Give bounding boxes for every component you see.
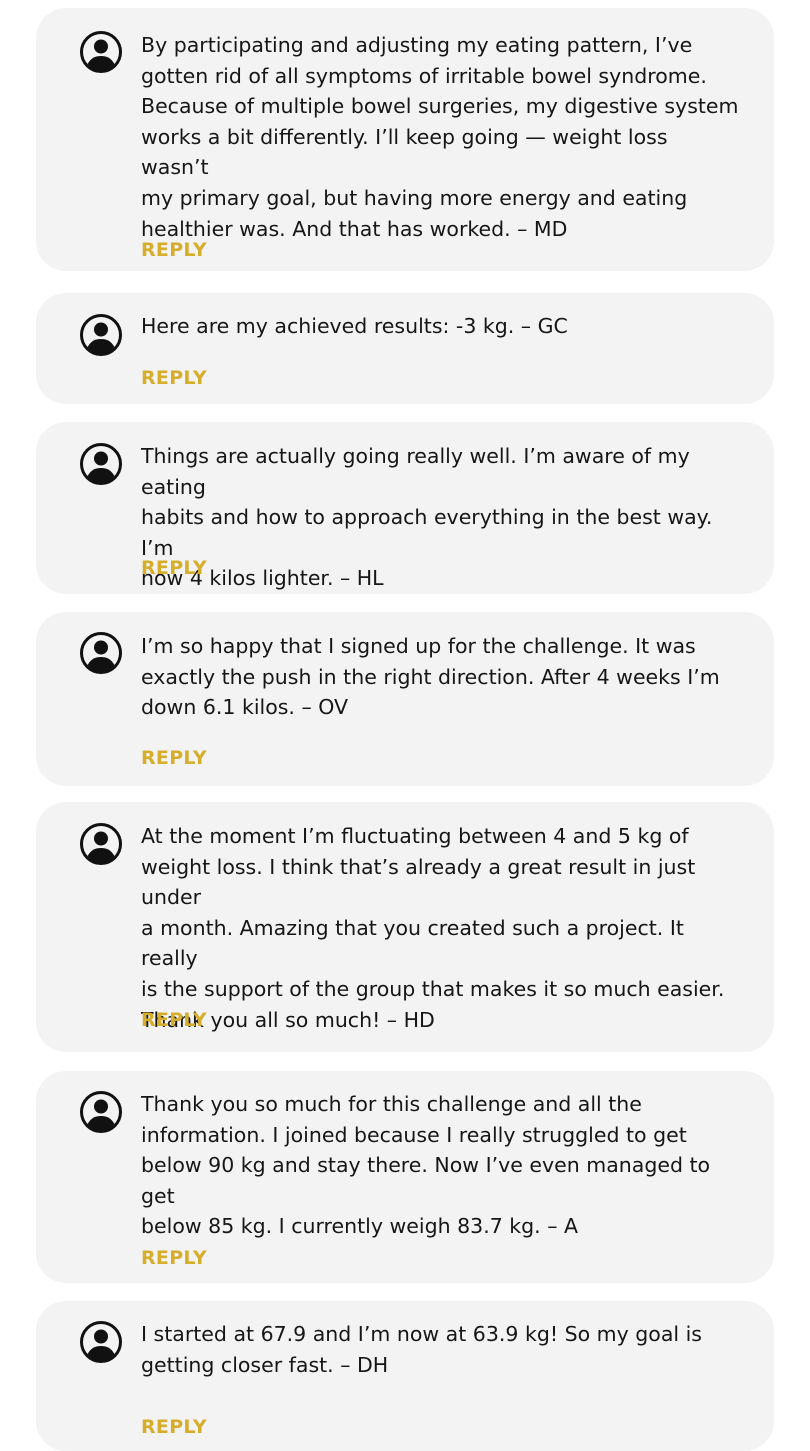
user-circle-icon <box>80 632 122 674</box>
user-circle-icon <box>80 823 122 865</box>
comment-text: Thank you so much for this challenge and… <box>141 1092 711 1239</box>
user-circle-icon <box>80 1321 122 1363</box>
comment-card: At the moment I’m fluctuating between 4 … <box>36 802 774 1052</box>
reply-link[interactable]: REPLY <box>141 1246 207 1270</box>
comment-card: Thank you so much for this challenge and… <box>36 1071 774 1283</box>
user-avatar-icon <box>79 1320 123 1364</box>
user-avatar-icon <box>79 631 123 675</box>
user-circle-icon <box>80 1091 122 1133</box>
comment-card: By participating and adjusting my eating… <box>36 8 774 271</box>
reply-link[interactable]: REPLY <box>141 366 207 390</box>
reply-link[interactable]: REPLY <box>141 556 207 580</box>
user-circle-icon <box>80 314 122 356</box>
user-avatar-icon <box>79 822 123 866</box>
comment-card: Here are my achieved results: -3 kg. – G… <box>36 293 774 404</box>
user-circle-icon <box>80 443 122 485</box>
reply-link[interactable]: REPLY <box>141 1008 207 1032</box>
comment-list: By participating and adjusting my eating… <box>0 0 810 1451</box>
comment-text: I’m so happy that I signed up for the ch… <box>141 634 720 720</box>
comment-text: At the moment I’m fluctuating between 4 … <box>141 824 725 1032</box>
comment-card: Things are actually going really well. I… <box>36 422 774 594</box>
comment-card: I’m so happy that I signed up for the ch… <box>36 612 774 786</box>
user-avatar-icon <box>79 442 123 486</box>
user-circle-icon <box>80 31 122 73</box>
comment-text: By participating and adjusting my eating… <box>141 33 739 241</box>
comment-text: I started at 67.9 and I’m now at 63.9 kg… <box>141 1322 702 1377</box>
user-avatar-icon <box>79 313 123 357</box>
user-avatar-icon <box>79 1090 123 1134</box>
reply-link[interactable]: REPLY <box>141 238 207 262</box>
user-avatar-icon <box>79 30 123 74</box>
comment-card: I started at 67.9 and I’m now at 63.9 kg… <box>36 1301 774 1451</box>
reply-link[interactable]: REPLY <box>141 1415 207 1439</box>
reply-link[interactable]: REPLY <box>141 746 207 770</box>
comment-text: Things are actually going really well. I… <box>141 444 713 591</box>
comment-text: Here are my achieved results: -3 kg. – G… <box>141 314 568 338</box>
